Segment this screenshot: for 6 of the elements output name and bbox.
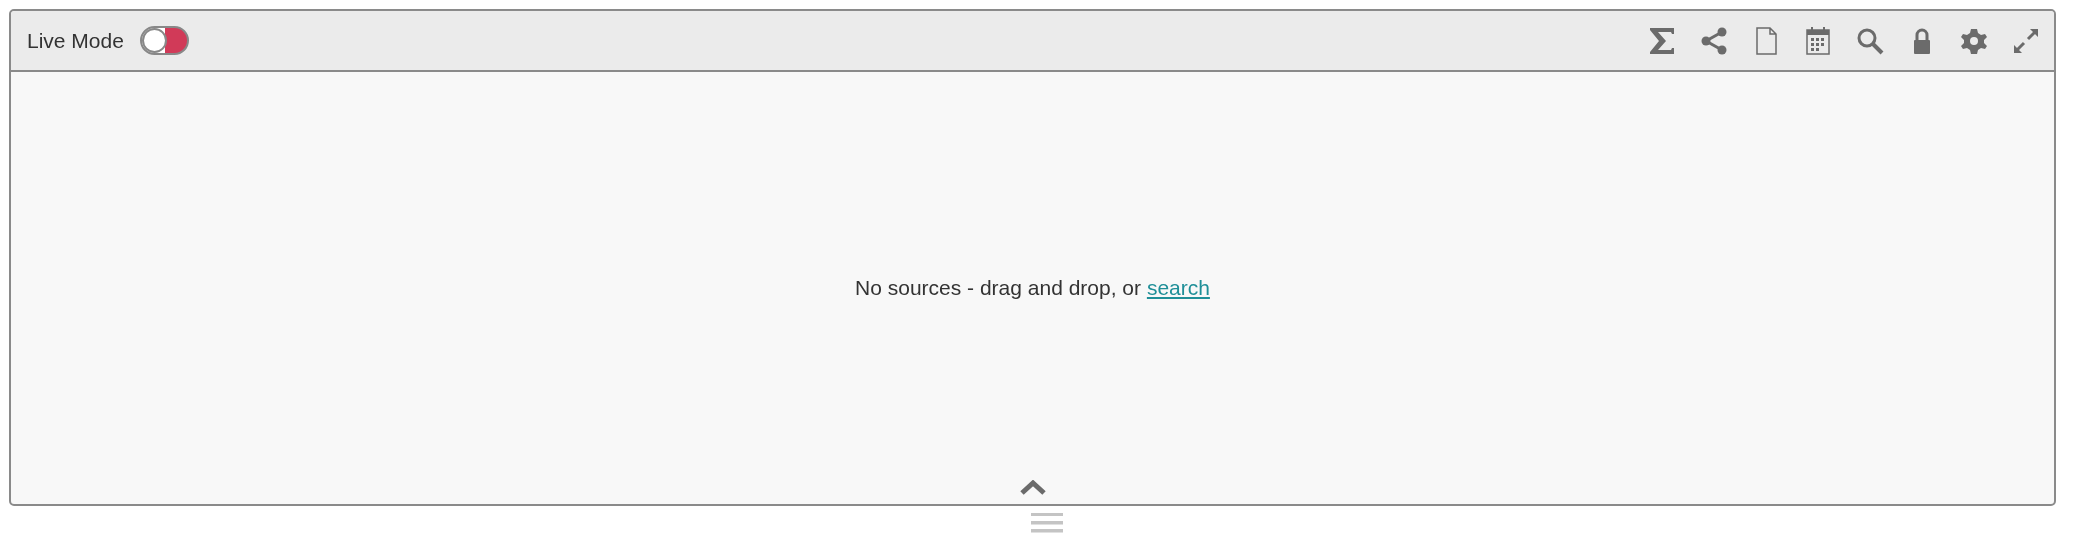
live-mode-toggle[interactable] [139,26,189,55]
resize-handle-icon[interactable] [1031,513,1063,533]
chevron-up-icon[interactable] [1019,480,1046,496]
empty-message: No sources - drag and drop, or search [855,275,1210,302]
search-link[interactable]: search [1146,276,1210,300]
live-mode-label: Live Mode [27,27,124,54]
